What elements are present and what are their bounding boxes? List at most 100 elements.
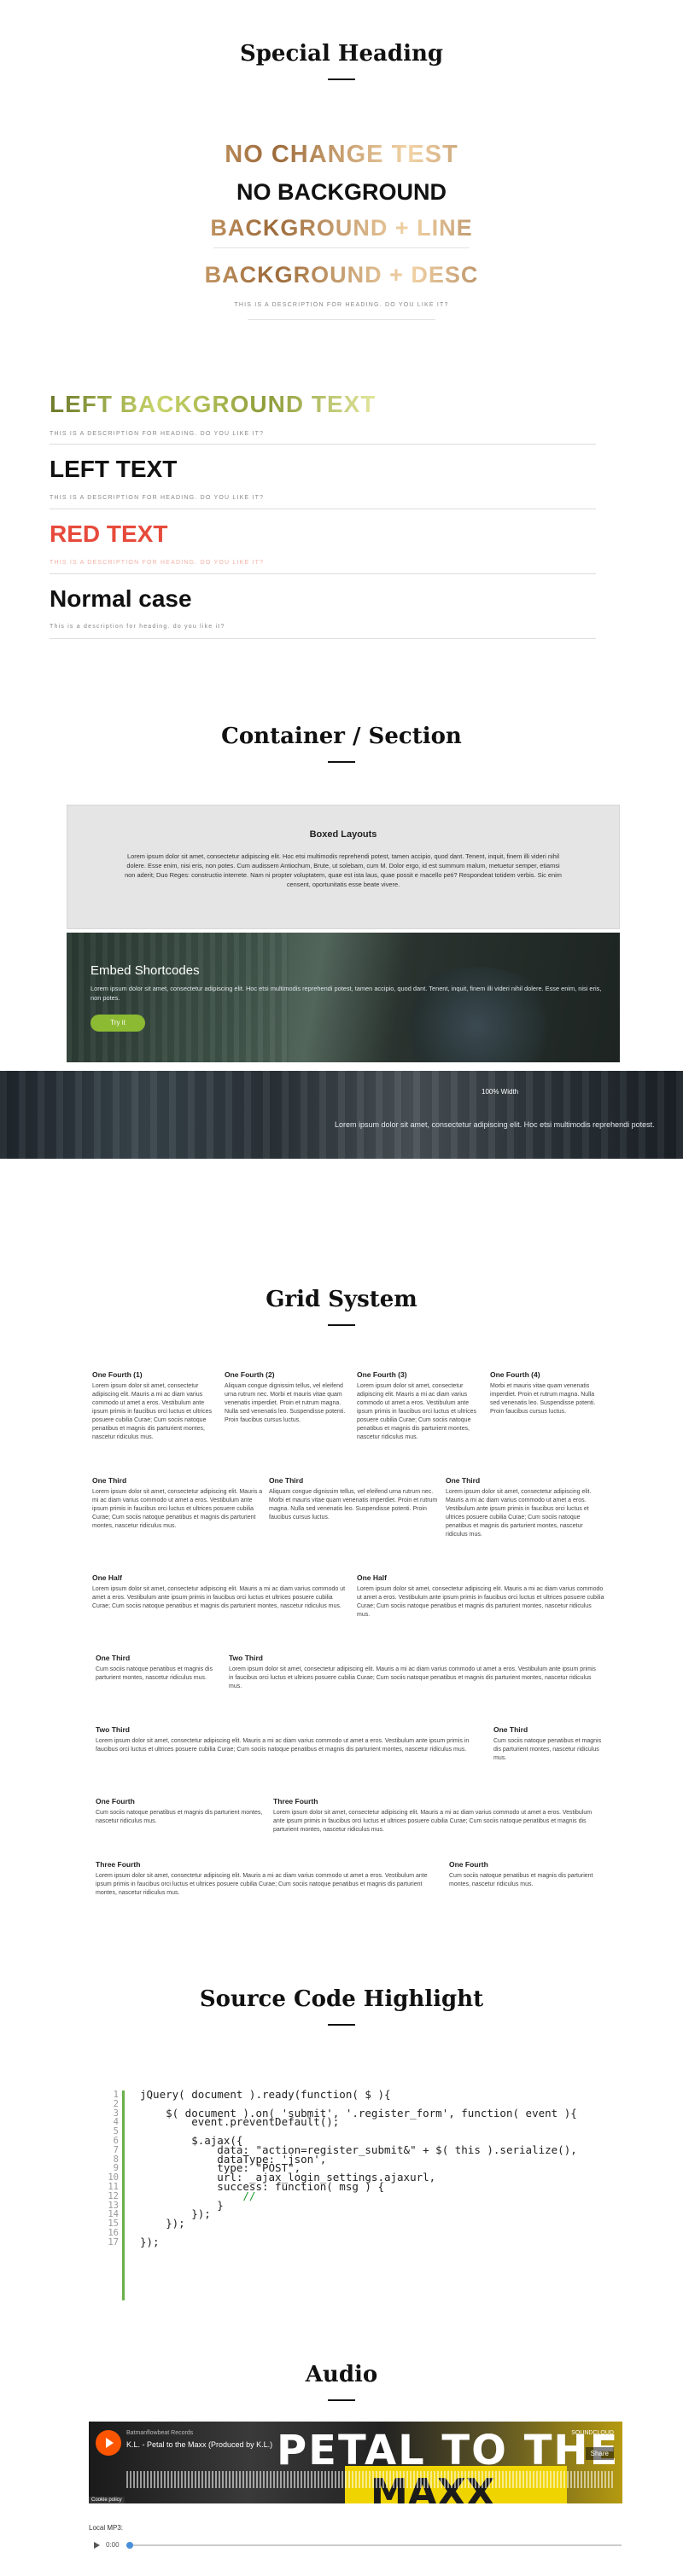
grid-system-title: Grid System [266,1287,417,1312]
audio-time: 0:00 [106,2541,120,2549]
grid-col-heading: Two Third [229,1654,263,1662]
heading-left-text: LEFT TEXT [50,456,178,482]
heading-left-background: LEFT BACKGROUND TEXT [50,391,596,418]
grid-col-heading: One Fourth (3) [357,1370,407,1379]
waveform[interactable] [126,2471,613,2488]
background-image [0,1071,683,1159]
audio-artist[interactable]: Batmanflowbeat Records [126,2430,193,2436]
grid-col-one-fourth: One Fourth (2) Aliquam congue dignissim … [225,1370,351,1425]
grid-col-text: Lorem ipsum dolor sit amet, consectetur … [273,1810,593,1833]
embed-shortcodes-section: Embed Shortcodes Lorem ipsum dolor sit a… [67,933,620,1062]
code-line: jQuery( document ).ready(function( $ ){ [140,2088,391,2101]
grid-col-text: Cum sociis natoque penatibus et magnis d… [96,1666,213,1681]
audio-progress-handle[interactable] [126,2542,133,2549]
grid-col-text: Lorem ipsum dolor sit amet, consectetur … [92,1489,263,1529]
grid-col-text: Morbi et mauris vitae quam venenatis imp… [490,1383,596,1415]
code-line: }); [140,2207,211,2221]
grid-col-heading: One Third [269,1476,304,1485]
play-icon[interactable] [96,2430,121,2456]
grid-col-heading: One Fourth (4) [490,1370,540,1379]
grid-col-one-third: One Third Lorem ipsum dolor sit amet, co… [92,1476,263,1531]
code-line: event.preventDefault(); [140,2115,340,2129]
grid-col-text: Cum sociis natoque penatibus et magnis d… [493,1738,602,1761]
grid-col-three-fourth: Three Fourth Lorem ipsum dolor sit amet,… [96,1860,437,1898]
grid-col-one-fourth: One Fourth (4) Morbi et mauris vitae qua… [490,1370,599,1416]
source-code-title: Source Code Highlight [199,1986,484,2012]
full-width-section: 100% Width Lorem ipsum dolor sit amet, c… [0,1071,683,1159]
grid-col-heading: Three Fourth [273,1797,318,1806]
grid-col-one-fourth: One Fourth (1) Lorem ipsum dolor sit ame… [92,1370,219,1442]
grid-col-one-third: One Third Aliquam congue dignissim tellu… [269,1476,440,1522]
grid-col-heading: Three Fourth [96,1860,141,1869]
grid-col-heading: One Third [446,1476,481,1485]
grid-col-text: Lorem ipsum dolor sit amet, consectetur … [92,1586,346,1609]
soundcloud-embed[interactable]: PETAL TO THE MAXX Batmanflowbeat Records… [89,2422,622,2503]
grid-col-text: Lorem ipsum dolor sit amet, consectetur … [357,1383,477,1440]
special-heading-title: Special Heading [239,41,444,67]
grid-col-text: Aliquam congue dignissim tellus, vel ele… [225,1383,346,1423]
grid-col-one-fourth: One Fourth Cum sociis natoque penatibus … [96,1797,275,1826]
grid-col-one-third: One Third Cum sociis natoque penatibus e… [96,1654,222,1683]
code-line: }); [140,2235,160,2248]
grid-col-text: Lorem ipsum dolor sit amet, consectetur … [229,1666,596,1689]
boxed-layout-body: Lorem ipsum dolor sit amet, consectetur … [125,852,562,888]
heading-background-desc: BACKGROUND + DESC [0,262,683,288]
local-mp3-label: Local MP3: [89,2524,124,2532]
grid-col-one-half: One Half Lorem ipsum dolor sit amet, con… [357,1573,604,1619]
heading-no-background: NO BACKGROUND [236,179,447,205]
heading-left-text-desc: THIS IS A DESCRIPTION FOR HEADING. DO YO… [50,495,265,501]
line-number: 12 [108,2190,119,2201]
full-width-body: Lorem ipsum dolor sit amet, consectetur … [335,1120,655,1129]
grid-col-one-third: One Third Lorem ipsum dolor sit amet, co… [446,1476,601,1539]
embed-body: Lorem ipsum dolor sit amet, consectetur … [90,985,602,1002]
grid-col-heading: One Fourth [449,1860,488,1869]
grid-col-heading: One Third [493,1725,528,1734]
heading-normal-case-desc: This is a description for heading. do yo… [50,624,225,630]
heading-line-divider [213,247,470,248]
grid-col-text: Aliquam congue dignissim tellus, vel ele… [269,1489,438,1521]
heading-centered-desc: THIS IS A DESCRIPTION FOR HEADING. DO YO… [234,302,449,308]
try-it-button[interactable]: Try it [90,1015,145,1032]
audio-title: Audio [305,2362,378,2387]
cookie-policy-link[interactable]: Cookie policy [89,2497,125,2503]
grid-col-text: Lorem ipsum dolor sit amet, consectetur … [357,1586,604,1618]
grid-col-heading: One Third [92,1476,127,1485]
audio-track[interactable]: K.L. - Petal to the Maxx (Produced by K.… [126,2440,272,2449]
heading-background-line: BACKGROUND + LINE [0,215,683,241]
code-block[interactable]: 1 2 3 4 5 6 7 8 9 10 11 12 13 14 15 16 1… [108,2088,586,2300]
heading-normal-case: Normal case [50,585,192,612]
grid-col-one-fourth: One Fourth Cum sociis natoque penatibus … [449,1860,604,1889]
full-width-label: 100% Width [482,1088,519,1096]
container-section-rule [328,761,355,763]
grid-col-heading: One Fourth (2) [225,1370,275,1379]
grid-col-text: Cum sociis natoque penatibus et magnis d… [96,1810,263,1824]
grid-col-one-third: One Third Cum sociis natoque penatibus e… [493,1725,604,1763]
background-image [391,967,562,1062]
line-number: 2 [113,2098,119,2109]
soundcloud-logo[interactable]: SOUNDCLOUD [571,2430,614,2436]
grid-col-text: Lorem ipsum dolor sit amet, consectetur … [96,1738,470,1753]
code-lines: jQuery( document ).ready(function( $ ){ … [140,2088,584,2248]
grid-col-heading: One Fourth [96,1797,135,1806]
grid-col-text: Lorem ipsum dolor sit amet, consectetur … [446,1489,592,1538]
line-number: 7 [113,2144,119,2155]
grid-col-two-third: Two Third Lorem ipsum dolor sit amet, co… [96,1725,480,1754]
special-heading-rule [328,79,355,80]
grid-col-text: Cum sociis natoque penatibus et magnis d… [449,1873,593,1887]
divider [50,573,596,574]
audio-player: 0:00 [89,2538,622,2552]
audio-progress-bar[interactable] [126,2544,622,2546]
grid-col-three-fourth: Three Fourth Lorem ipsum dolor sit amet,… [273,1797,604,1835]
container-section-title: Container / Section [221,724,462,749]
grid-col-heading: One Third [96,1654,131,1662]
divider [50,444,596,445]
share-button[interactable]: Share [585,2447,614,2460]
audio-rule [328,2399,355,2401]
grid-col-text: Lorem ipsum dolor sit amet, consectetur … [96,1873,428,1896]
play-icon[interactable] [94,2542,100,2549]
boxed-layout-heading: Boxed Layouts [309,829,377,840]
source-code-rule [328,2024,355,2026]
grid-system-rule [328,1324,355,1326]
embed-heading: Embed Shortcodes [90,963,200,978]
boxed-layout: Boxed Layouts Lorem ipsum dolor sit amet… [67,805,620,929]
